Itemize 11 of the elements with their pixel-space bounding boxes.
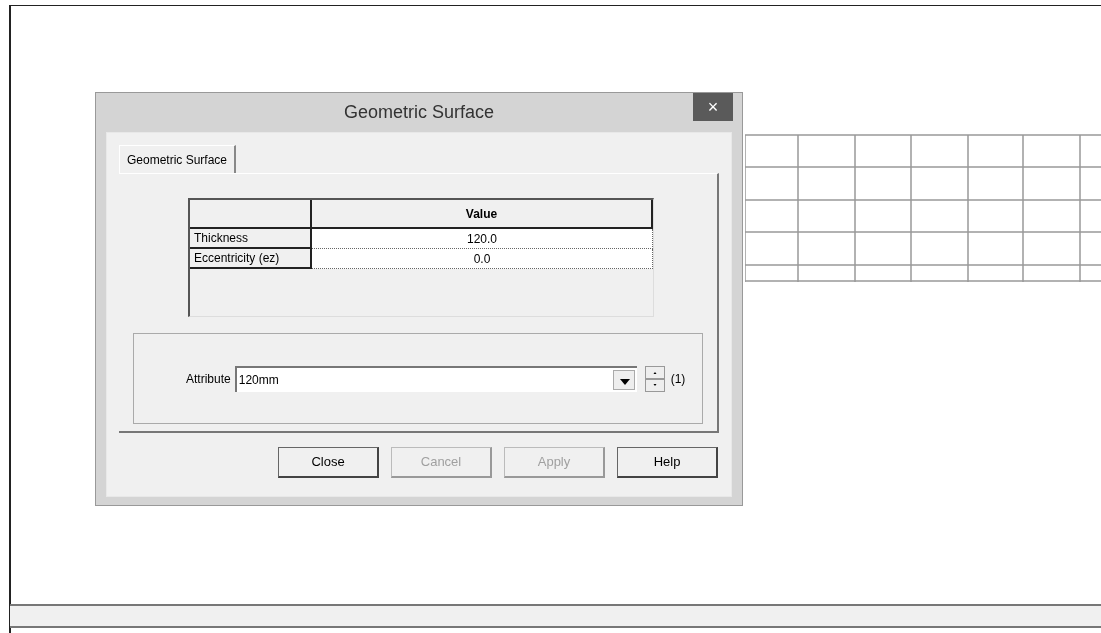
- column-header: Value: [312, 200, 653, 227]
- attribute-label: Attribute: [186, 370, 231, 388]
- dialog-button[interactable]: Help: [617, 447, 718, 478]
- table-cell[interactable]: 120.0: [312, 229, 653, 249]
- close-button[interactable]: ×: [693, 93, 733, 121]
- attribute-dropdown[interactable]: 120mm: [234, 365, 637, 392]
- counter-label: (1): [670, 370, 686, 388]
- window-title: Geometric Surface: [343, 101, 495, 124]
- dialog-button[interactable]: Close: [278, 447, 379, 478]
- table-cell[interactable]: 0.0: [312, 249, 653, 269]
- tab[interactable]: Geometric Surface: [119, 145, 237, 173]
